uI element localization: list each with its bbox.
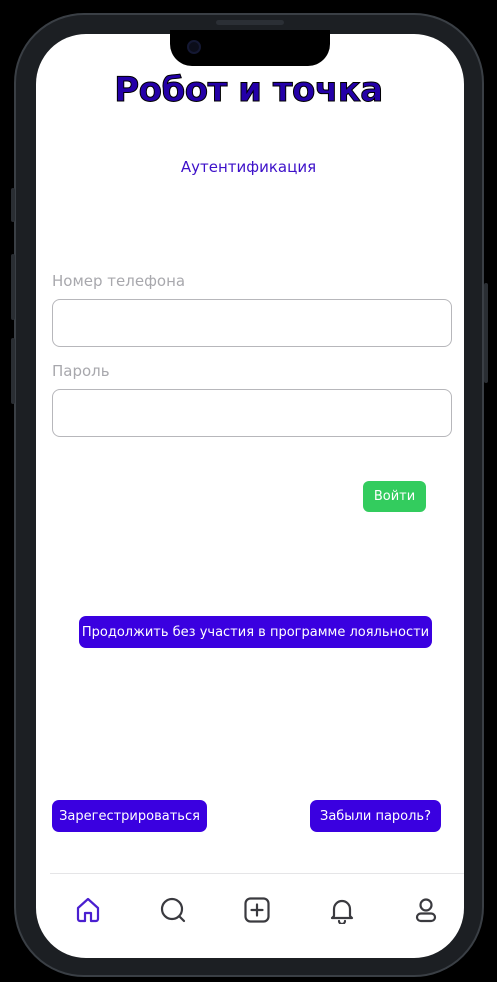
password-label: Пароль [52,362,110,380]
bottom-nav-divider [50,873,464,874]
bell-icon[interactable] [328,896,356,926]
mute-switch [11,188,15,222]
speaker-grille [216,20,284,25]
page-subtitle: Аутентификация [180,158,317,176]
front-camera [187,40,201,54]
power-button [484,283,488,383]
home-icon[interactable] [74,896,102,924]
volume-up-button [11,254,15,320]
add-icon[interactable] [243,896,271,924]
login-button[interactable]: Войти [363,481,426,512]
phone-label: Номер телефона [52,272,186,290]
continue-without-loyalty-button[interactable]: Продолжить без участия в программе лояль… [79,616,432,648]
password-input[interactable] [52,389,452,437]
app-title: Робот и точка [114,70,384,111]
search-icon[interactable] [159,896,187,924]
profile-icon[interactable] [412,896,440,924]
forgot-password-button[interactable]: Забыли пароль? [310,800,441,832]
phone-input[interactable] [52,299,452,347]
volume-down-button [11,338,15,404]
register-button[interactable]: Зарегестрироваться [52,800,207,832]
